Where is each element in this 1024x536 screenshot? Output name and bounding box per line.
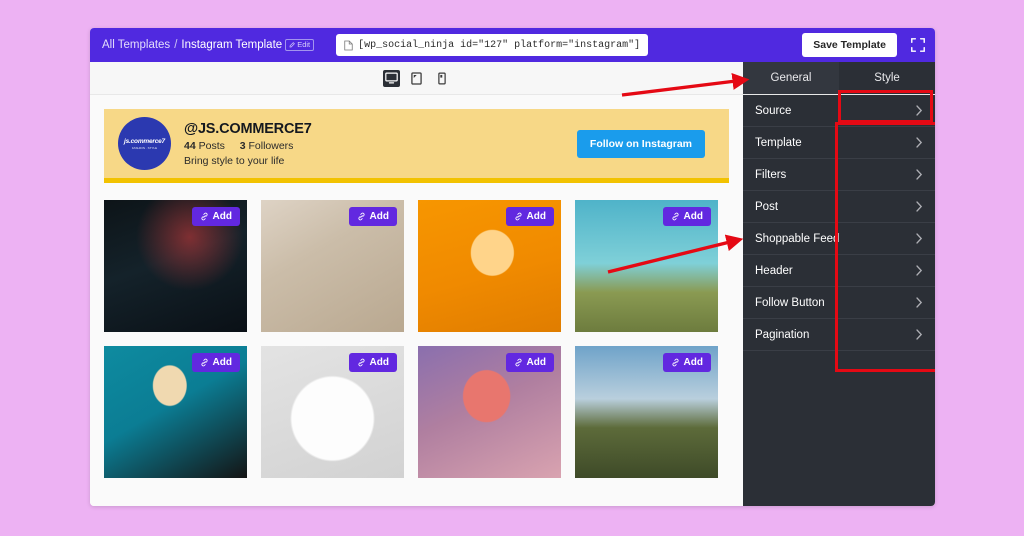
- breadcrumb-separator: /: [174, 39, 178, 51]
- add-to-shop-button[interactable]: Add: [191, 207, 240, 226]
- feed-item[interactable]: Add: [261, 200, 404, 332]
- panel-tab-strip: General Style: [743, 62, 935, 94]
- feed-item[interactable]: Add: [418, 200, 561, 332]
- feed-item[interactable]: Add: [575, 346, 718, 478]
- followers-count: 3: [239, 139, 246, 152]
- add-to-shop-button[interactable]: Add: [348, 207, 397, 226]
- link-icon: [672, 212, 679, 221]
- add-to-shop-button[interactable]: Add: [505, 207, 554, 226]
- add-to-shop-label: Add: [369, 211, 389, 222]
- device-desktop-button[interactable]: [383, 69, 400, 87]
- feed-item[interactable]: Add: [418, 346, 561, 478]
- chevron-right-icon: [916, 169, 923, 180]
- tab-general-label: General: [770, 72, 812, 84]
- topbar-actions: Save Template: [802, 33, 927, 57]
- link-icon: [358, 212, 365, 221]
- chevron-right-icon: [916, 233, 923, 244]
- add-to-shop-button[interactable]: Add: [191, 353, 240, 372]
- shortcode-text: [wp_social_ninja id="127" platform="inst…: [358, 39, 641, 51]
- add-to-shop-label: Add: [526, 211, 546, 222]
- shortcode-field[interactable]: [wp_social_ninja id="127" platform="inst…: [336, 34, 649, 56]
- settings-item-pagination[interactable]: Pagination: [743, 319, 935, 351]
- profile-info: @JS.COMMERCE7 44 Posts 3 Followers Bring…: [184, 121, 312, 167]
- feed-item[interactable]: Add: [104, 200, 247, 332]
- settings-item-shoppable-feed[interactable]: Shoppable Feed: [743, 223, 935, 255]
- settings-item-source[interactable]: Source: [743, 95, 935, 127]
- breadcrumb-all-templates[interactable]: All Templates: [102, 39, 170, 51]
- profile-handle: @JS.COMMERCE7: [184, 120, 312, 137]
- top-bar: All Templates / Instagram Template Edit …: [90, 28, 935, 62]
- settings-item-template[interactable]: Template: [743, 127, 935, 159]
- link-icon: [515, 212, 522, 221]
- link-icon: [358, 358, 365, 367]
- avatar-name: js.commerce7: [124, 137, 165, 145]
- breadcrumb-current: Instagram Template: [181, 39, 283, 51]
- device-switcher: [90, 62, 743, 94]
- device-mobile-button[interactable]: [433, 70, 450, 87]
- settings-panel: Source Template Filters Post Shoppable Feed H…: [743, 95, 935, 506]
- add-to-shop-label: Add: [683, 357, 703, 368]
- preview-canvas: js.commerce7 FASHION · STYLE @JS.COMMERC…: [90, 95, 743, 506]
- fullscreen-icon[interactable]: [909, 36, 927, 54]
- settings-item-header[interactable]: Header: [743, 255, 935, 287]
- tab-style[interactable]: Style: [839, 62, 935, 94]
- settings-item-label: Pagination: [755, 328, 810, 341]
- link-icon: [515, 358, 522, 367]
- tab-general[interactable]: General: [743, 62, 839, 94]
- settings-item-label: Source: [755, 104, 792, 117]
- followers-label: Followers: [248, 139, 294, 152]
- chevron-right-icon: [916, 265, 923, 276]
- settings-item-label: Template: [755, 136, 802, 149]
- settings-item-filters[interactable]: Filters: [743, 159, 935, 191]
- avatar: js.commerce7 FASHION · STYLE: [118, 117, 171, 170]
- settings-item-label: Follow Button: [755, 296, 825, 309]
- link-icon: [201, 212, 208, 221]
- add-to-shop-button[interactable]: Add: [348, 353, 397, 372]
- profile-stats: 44 Posts 3 Followers: [184, 140, 312, 152]
- follow-on-instagram-button[interactable]: Follow on Instagram: [576, 129, 705, 158]
- add-to-shop-button[interactable]: Add: [505, 353, 554, 372]
- avatar-subtext: FASHION · STYLE: [131, 145, 158, 150]
- posts-label: Posts: [198, 139, 225, 152]
- edit-template-button[interactable]: Edit: [285, 39, 315, 51]
- chevron-right-icon: [916, 329, 923, 340]
- feed-item[interactable]: Add: [575, 200, 718, 332]
- add-to-shop-label: Add: [526, 357, 546, 368]
- device-tablet-button[interactable]: [408, 70, 425, 87]
- link-icon: [201, 358, 208, 367]
- instagram-profile-header: js.commerce7 FASHION · STYLE @JS.COMMERC…: [104, 109, 729, 183]
- link-icon: [672, 358, 679, 367]
- settings-item-label: Shoppable Feed: [755, 232, 840, 245]
- add-to-shop-button[interactable]: Add: [662, 207, 711, 226]
- posts-count: 44: [184, 139, 196, 152]
- settings-item-post[interactable]: Post: [743, 191, 935, 223]
- feed-item[interactable]: Add: [104, 346, 247, 478]
- settings-item-label: Filters: [755, 168, 787, 181]
- settings-item-label: Post: [755, 200, 779, 213]
- add-to-shop-label: Add: [212, 357, 232, 368]
- edit-badge-label: Edit: [297, 40, 311, 50]
- settings-item-label: Header: [755, 264, 793, 277]
- pencil-icon: [289, 42, 296, 48]
- save-template-button[interactable]: Save Template: [802, 33, 897, 57]
- tab-style-label: Style: [874, 72, 900, 84]
- settings-item-follow-button[interactable]: Follow Button: [743, 287, 935, 319]
- add-to-shop-button[interactable]: Add: [662, 353, 711, 372]
- document-icon: [344, 40, 353, 50]
- feed-grid: Add Add Add Add Add Add Add Add: [104, 200, 729, 478]
- feed-item[interactable]: Add: [261, 346, 404, 478]
- chevron-right-icon: [916, 297, 923, 308]
- chevron-right-icon: [916, 137, 923, 148]
- add-to-shop-label: Add: [369, 357, 389, 368]
- profile-bio: Bring style to your life: [184, 154, 285, 167]
- add-to-shop-label: Add: [683, 211, 703, 222]
- chevron-right-icon: [916, 105, 923, 116]
- toolbar-row: General Style: [90, 62, 935, 95]
- add-to-shop-label: Add: [212, 211, 232, 222]
- app-window: All Templates / Instagram Template Edit …: [90, 28, 935, 506]
- chevron-right-icon: [916, 201, 923, 212]
